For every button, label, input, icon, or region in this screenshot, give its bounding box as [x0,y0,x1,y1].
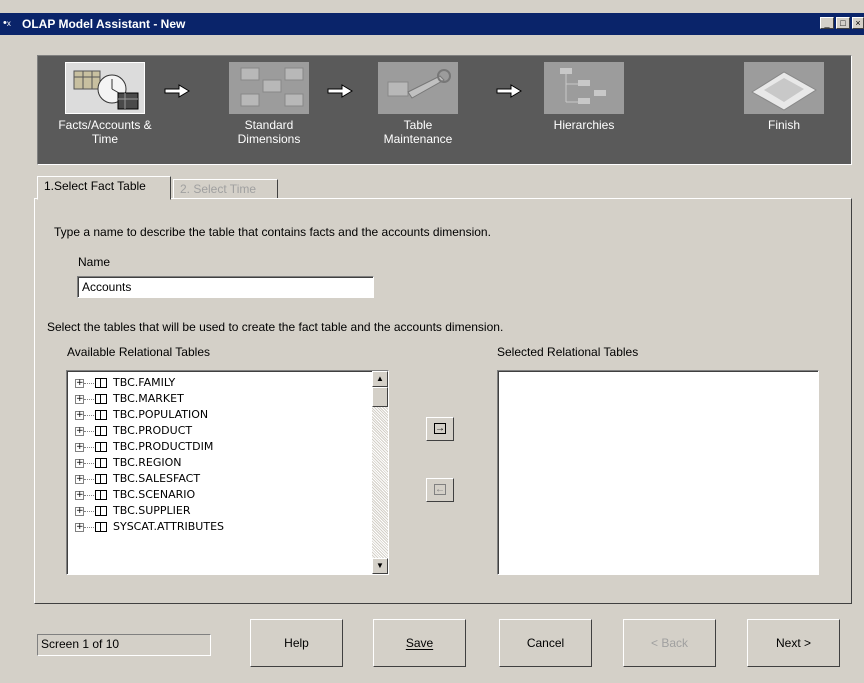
table-icon [95,426,107,436]
step-label: Facts/Accounts & Time [58,118,152,146]
tree-connector [84,383,94,384]
table-name: TBC.SALESFACT [113,472,201,485]
expand-plus-icon[interactable]: + [75,427,84,436]
wizard-steps-bar: Facts/Accounts & Time Standard Dimension… [37,55,852,165]
save-button[interactable]: Save [373,619,466,667]
table-name: TBC.SUPPLIER [113,504,191,517]
back-button[interactable]: < Back [623,619,716,667]
table-name: TBC.PRODUCTDIM [113,440,214,453]
step-facts-accounts-time[interactable]: Facts/Accounts & Time [55,62,155,146]
tree-connector [84,511,94,512]
add-table-button[interactable]: → [426,417,454,441]
tree-connector [84,495,94,496]
save-label: Save [405,636,434,650]
scroll-thumb[interactable] [372,387,388,407]
expand-plus-icon[interactable]: + [75,411,84,420]
tables-icon [229,62,309,114]
available-tables-scrollbar[interactable]: ▲ ▼ [372,371,388,574]
step-label: Standard Dimensions [237,118,301,146]
tab-panel: Type a name to describe the table that c… [34,198,852,604]
arrow-right-icon [164,84,190,98]
expand-plus-icon[interactable]: + [75,379,84,388]
available-tables-label: Available Relational Tables [67,345,210,359]
minimize-button[interactable]: _ [820,17,834,29]
table-name: TBC.PRODUCT [113,424,193,437]
step-finish[interactable]: Finish [734,62,834,132]
cancel-button[interactable]: Cancel [499,619,592,667]
instruction-text: Type a name to describe the table that c… [54,225,491,239]
olap-model-assistant-window: •x OLAP Model Assistant - New _ □ × Fact… [0,0,864,683]
table-name: TBC.MARKET [113,392,184,405]
table-icon [95,442,107,452]
screen-counter: Screen 1 of 10 [37,634,211,656]
table-icon [95,458,107,468]
help-button[interactable]: Help [250,619,343,667]
title-bar[interactable]: •x OLAP Model Assistant - New _ □ × [0,13,864,35]
available-tables-list[interactable]: + TBC.FAMILY + TBC.MARKET + TBC.POPULATION + TB… [66,370,389,575]
table-icon [95,506,107,516]
selected-tables-label: Selected Relational Tables [497,345,639,359]
step-label: Hierarchies [553,118,615,132]
expand-plus-icon[interactable]: + [75,523,84,532]
remove-table-button[interactable]: ← [426,478,454,502]
tree-connector [84,479,94,480]
table-icon [95,490,107,500]
expand-plus-icon[interactable]: + [75,395,84,404]
table-name: TBC.POPULATION [113,408,209,421]
tab-select-time[interactable]: 2. Select Time [173,179,278,199]
calendar-clock-icon [65,62,145,114]
expand-plus-icon[interactable]: + [75,491,84,500]
arrow-out-of-box-icon: ← [434,484,446,495]
table-icon [95,394,107,404]
expand-plus-icon[interactable]: + [75,507,84,516]
selected-tables-list[interactable] [497,370,819,575]
arrow-into-box-icon: → [434,423,446,434]
app-icon: •x [3,17,11,29]
tree-connector [84,527,94,528]
table-icon [95,522,107,532]
table-icon [95,410,107,420]
table-name: TBC.FAMILY [113,376,176,389]
wrench-icon [378,62,458,114]
arrow-right-icon [327,84,353,98]
step-label: Finish [767,118,800,132]
tree-connector [84,399,94,400]
table-icon [95,474,107,484]
tab-select-fact-table[interactable]: 1.Select Fact Table [37,176,171,200]
step-label: Table Maintenance [383,118,453,146]
scroll-down-button[interactable]: ▼ [372,558,388,574]
arrow-right-icon [496,84,522,98]
next-button[interactable]: Next > [747,619,840,667]
hierarchy-icon [544,62,624,114]
tree-connector [84,447,94,448]
expand-plus-icon[interactable]: + [75,475,84,484]
select-instruction-text: Select the tables that will be used to c… [47,320,504,334]
maximize-button[interactable]: □ [836,17,850,29]
table-name: TBC.SCENARIO [113,488,196,501]
table-name: SYSCAT.ATTRIBUTES [113,520,224,533]
tree-connector [84,431,94,432]
table-icon [95,378,107,388]
name-label: Name [78,255,111,269]
step-hierarchies[interactable]: Hierarchies [534,62,634,132]
tree-connector [84,415,94,416]
tree-connector [84,463,94,464]
step-standard-dimensions[interactable]: Standard Dimensions [219,62,319,146]
step-table-maintenance[interactable]: Table Maintenance [368,62,468,146]
expand-plus-icon[interactable]: + [75,459,84,468]
window-title: OLAP Model Assistant - New [22,17,186,31]
scroll-up-button[interactable]: ▲ [372,371,388,387]
finish-flag-icon [744,62,824,114]
name-input[interactable]: Accounts [77,276,374,298]
expand-plus-icon[interactable]: + [75,443,84,452]
close-button[interactable]: × [852,17,864,29]
table-name: TBC.REGION [113,456,182,469]
